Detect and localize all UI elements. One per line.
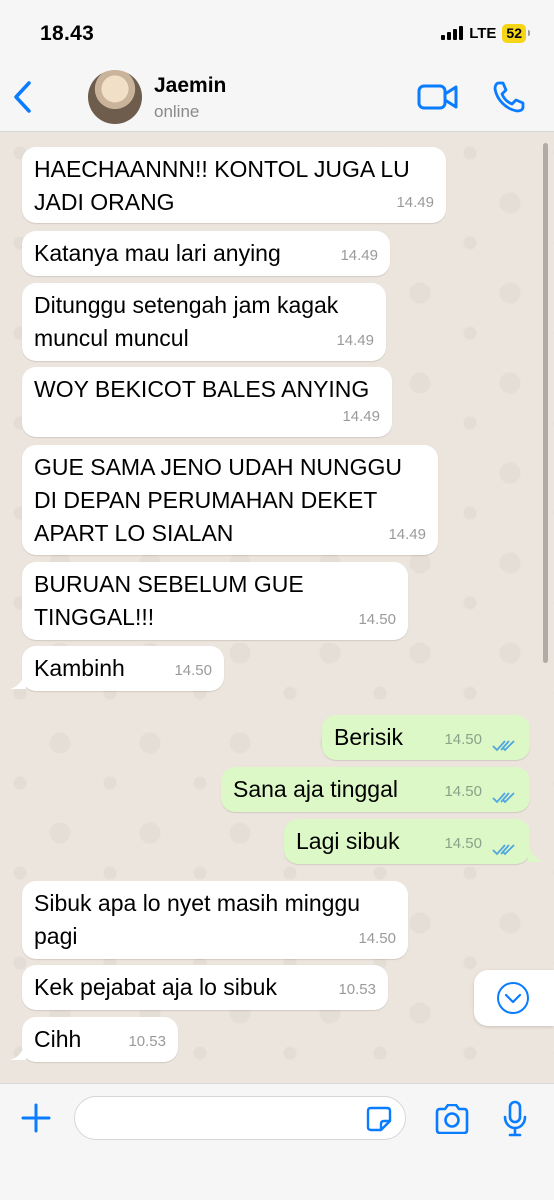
- video-call-button[interactable]: [417, 82, 459, 112]
- bubble-tail: [10, 673, 26, 689]
- message-time: 10.53: [128, 1033, 166, 1050]
- message-time: 14.50: [444, 731, 482, 748]
- chat-header: Jaemin online: [0, 62, 554, 132]
- microphone-button[interactable]: [502, 1100, 528, 1138]
- message-text: Sibuk apa lo nyet masih minggu pagi: [34, 890, 361, 949]
- message-incoming[interactable]: Cihh 10.53: [22, 1017, 178, 1062]
- voice-call-button[interactable]: [492, 80, 526, 114]
- message-incoming[interactable]: Sibuk apa lo nyet masih minggu pagi 14.5…: [22, 881, 408, 959]
- back-button[interactable]: [10, 80, 36, 114]
- message-time: 14.49: [342, 408, 380, 425]
- message-incoming[interactable]: Kambinh 14.50: [22, 646, 224, 691]
- message-incoming[interactable]: WOY BEKICOT BALES ANYING 14.49: [22, 367, 392, 437]
- message-incoming[interactable]: Ditunggu setengah jam kagak muncul muncu…: [22, 283, 386, 361]
- message-time: 14.49: [388, 526, 426, 543]
- bubble-tail: [10, 1044, 26, 1060]
- phone-icon: [493, 81, 525, 113]
- avatar[interactable]: [88, 70, 142, 124]
- message-incoming[interactable]: HAECHAANNN!! KONTOL JUGA LU JADI ORANG 1…: [22, 147, 446, 223]
- message-text: Lagi sibuk: [296, 828, 400, 854]
- message-text: HAECHAANNN!! KONTOL JUGA LU JADI ORANG: [34, 156, 410, 215]
- message-time: 14.50: [358, 930, 396, 947]
- message-text: GUE SAMA JENO UDAH NUNGGU DI DEPAN PERUM…: [34, 454, 403, 546]
- message-time: 14.50: [358, 611, 396, 628]
- message-text: WOY BEKICOT BALES ANYING: [34, 376, 370, 402]
- message-time: 14.49: [396, 194, 434, 211]
- message-outgoing[interactable]: Sana aja tinggal 14.50: [221, 767, 530, 812]
- contact-name[interactable]: Jaemin: [154, 74, 226, 98]
- message-time: 14.50: [174, 662, 212, 679]
- message-text: Berisik: [334, 724, 404, 750]
- message-incoming[interactable]: BURUAN SEBELUM GUE TINGGAL!!! 14.50: [22, 562, 408, 640]
- attach-button[interactable]: [20, 1102, 52, 1134]
- message-text: Ditunggu setengah jam kagak muncul muncu…: [34, 292, 339, 351]
- status-indicators: LTE 52: [441, 22, 530, 44]
- message-text: Katanya mau lari anying: [34, 240, 281, 266]
- message-time: 14.50: [444, 783, 482, 800]
- read-receipt-icon: [492, 792, 515, 804]
- message-incoming[interactable]: Kek pejabat aja lo sibuk 10.53: [22, 965, 388, 1010]
- chevron-down-circle-icon: [497, 982, 529, 1014]
- chat-area[interactable]: HAECHAANNN!! KONTOL JUGA LU JADI ORANG 1…: [0, 133, 554, 1083]
- contact-status: online: [154, 102, 200, 121]
- message-input[interactable]: [74, 1096, 406, 1140]
- bubble-tail: [528, 846, 544, 862]
- scrollbar[interactable]: [543, 143, 548, 663]
- sticker-button[interactable]: [366, 1106, 392, 1132]
- message-time: 14.50: [444, 835, 482, 852]
- read-receipt-icon: [492, 740, 515, 752]
- scroll-to-bottom-button[interactable]: [474, 970, 554, 1026]
- chevron-left-icon: [14, 81, 31, 113]
- message-outgoing[interactable]: Berisik 14.50: [322, 715, 530, 760]
- message-time: 14.49: [336, 332, 374, 349]
- battery-icon: 52: [502, 23, 530, 43]
- message-text: BURUAN SEBELUM GUE TINGGAL!!!: [34, 571, 304, 630]
- message-incoming[interactable]: Katanya mau lari anying 14.49: [22, 231, 390, 276]
- plus-icon: [21, 1103, 51, 1133]
- camera-button[interactable]: [434, 1103, 470, 1135]
- status-time: 18.43: [40, 22, 95, 45]
- signal-icon: [441, 26, 464, 40]
- read-receipt-icon: [492, 844, 515, 856]
- network-type: LTE: [469, 24, 497, 42]
- message-time: 14.49: [340, 247, 378, 264]
- message-incoming[interactable]: GUE SAMA JENO UDAH NUNGGU DI DEPAN PERUM…: [22, 445, 438, 555]
- sticker-icon: [366, 1106, 392, 1132]
- message-text: Kek pejabat aja lo sibuk: [34, 974, 277, 1000]
- message-outgoing[interactable]: Lagi sibuk 14.50: [284, 819, 530, 864]
- video-icon: [417, 84, 458, 110]
- input-bar: [0, 1083, 554, 1200]
- camera-icon: [435, 1103, 469, 1135]
- message-time: 10.53: [338, 981, 376, 998]
- microphone-icon: [503, 1100, 527, 1137]
- status-bar: 18.43 LTE 52: [0, 0, 554, 62]
